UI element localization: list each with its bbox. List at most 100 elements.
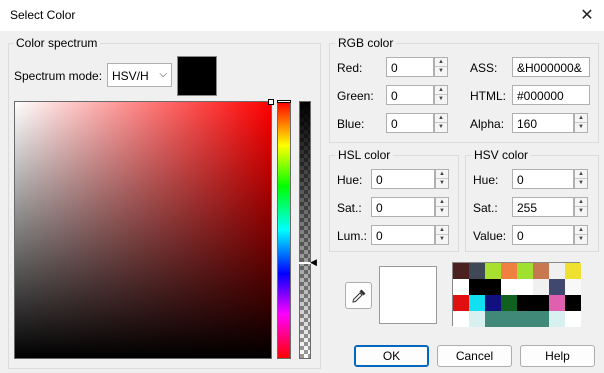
spin-down-icon[interactable]: ▼ (435, 67, 447, 76)
spin-down-icon[interactable]: ▼ (575, 179, 587, 188)
recent-color-swatch[interactable] (549, 295, 565, 311)
recent-color-swatch[interactable] (517, 263, 533, 279)
recent-color-swatch[interactable] (533, 295, 549, 311)
spin-down-icon[interactable]: ▼ (435, 123, 447, 132)
recent-color-swatch[interactable] (565, 263, 581, 279)
cancel-button[interactable]: Cancel (437, 345, 512, 367)
hsl-hue-input[interactable]: 0 (371, 169, 435, 189)
ok-button[interactable]: OK (354, 345, 429, 367)
recent-color-swatch[interactable] (485, 279, 501, 295)
hsl-lum-input[interactable]: 0 (371, 225, 435, 245)
recent-color-swatch[interactable] (565, 311, 581, 327)
recent-color-swatch[interactable] (453, 295, 469, 311)
recent-color-swatch[interactable] (485, 311, 501, 327)
recent-color-swatch[interactable] (549, 311, 565, 327)
spectrum-cursor[interactable] (268, 99, 274, 105)
recent-color-swatch[interactable] (469, 279, 485, 295)
html-input[interactable]: #000000 (512, 85, 590, 105)
spin-up-icon[interactable]: ▲ (575, 198, 587, 207)
spin-up-icon[interactable]: ▲ (575, 170, 587, 179)
hsv-sat-input[interactable]: 255 (512, 197, 574, 217)
green-value: 0 (391, 89, 398, 103)
hsl-hue-spinner[interactable]: ▲ ▼ (435, 169, 449, 189)
spin-down-icon[interactable]: ▼ (575, 235, 587, 244)
hsl-lum-value: 0 (376, 229, 383, 243)
recent-color-swatch[interactable] (501, 295, 517, 311)
chevron-down-icon: ⌵ (159, 69, 167, 80)
blue-spinner[interactable]: ▲ ▼ (434, 113, 448, 133)
red-label: Red: (337, 61, 363, 75)
spin-down-icon[interactable]: ▼ (575, 123, 587, 132)
spin-up-icon[interactable]: ▲ (435, 58, 447, 67)
recent-color-swatch[interactable] (469, 311, 485, 327)
recent-color-swatch[interactable] (565, 279, 581, 295)
red-spinner[interactable]: ▲ ▼ (434, 57, 448, 77)
help-button-label: Help (545, 349, 570, 363)
hsl-sat-input[interactable]: 0 (371, 197, 435, 217)
recent-color-swatch[interactable] (453, 311, 469, 327)
red-input[interactable]: 0 (386, 57, 434, 77)
spin-up-icon[interactable]: ▲ (435, 114, 447, 123)
recent-color-swatch[interactable] (469, 295, 485, 311)
spin-up-icon[interactable]: ▲ (575, 114, 587, 123)
spin-up-icon[interactable]: ▲ (436, 226, 448, 235)
blue-input[interactable]: 0 (386, 113, 434, 133)
recent-color-swatch[interactable] (485, 295, 501, 311)
recent-color-swatch[interactable] (517, 295, 533, 311)
green-spinner[interactable]: ▲ ▼ (434, 85, 448, 105)
hsv-color-group-label: HSV color (471, 148, 532, 162)
hsv-sat-spinner[interactable]: ▲ ▼ (574, 197, 588, 217)
spin-up-icon[interactable]: ▲ (575, 226, 587, 235)
spectrum-area[interactable] (14, 99, 274, 359)
html-label: HTML: (470, 89, 506, 103)
ass-input[interactable]: &H000000& (512, 57, 590, 77)
hsv-sat-value: 255 (517, 201, 538, 215)
alpha-input[interactable]: 160 (512, 113, 574, 133)
recent-color-swatch[interactable] (565, 295, 581, 311)
eyedropper-button[interactable] (345, 282, 372, 309)
spin-down-icon[interactable]: ▼ (436, 207, 448, 216)
spectrum-mode-select[interactable]: HSV/H ⌵ (107, 63, 172, 87)
recent-color-swatch[interactable] (517, 279, 533, 295)
spin-down-icon[interactable]: ▼ (435, 95, 447, 104)
recent-color-swatch[interactable] (533, 279, 549, 295)
recent-color-swatch[interactable] (469, 263, 485, 279)
spin-down-icon[interactable]: ▼ (436, 179, 448, 188)
hue-slider[interactable] (277, 100, 291, 359)
recent-color-swatch[interactable] (501, 311, 517, 327)
spin-up-icon[interactable]: ▲ (435, 86, 447, 95)
red-value: 0 (391, 61, 398, 75)
recent-color-swatch[interactable] (533, 311, 549, 327)
alpha-slider[interactable] (299, 101, 311, 359)
recent-color-swatch[interactable] (501, 263, 517, 279)
recent-color-swatch[interactable] (501, 279, 517, 295)
help-button[interactable]: Help (520, 345, 595, 367)
color-spectrum-group-label: Color spectrum (13, 36, 101, 50)
hsv-hue-input[interactable]: 0 (512, 169, 574, 189)
recent-color-swatch[interactable] (549, 279, 565, 295)
recent-color-swatch[interactable] (517, 311, 533, 327)
hsv-value-input[interactable]: 0 (512, 225, 574, 245)
hsl-lum-label: Lum.: (337, 229, 368, 243)
hsl-hue-label: Hue: (337, 173, 363, 187)
recent-color-swatch[interactable] (453, 263, 469, 279)
green-input[interactable]: 0 (386, 85, 434, 105)
close-button[interactable]: ✕ (572, 2, 602, 28)
recent-color-swatch[interactable] (533, 263, 549, 279)
recent-color-swatch[interactable] (453, 279, 469, 295)
hue-slider-handle[interactable] (277, 100, 291, 103)
spectrum-mode-value: HSV/H (112, 69, 149, 83)
spin-down-icon[interactable]: ▼ (436, 235, 448, 244)
spin-up-icon[interactable]: ▲ (436, 198, 448, 207)
spin-up-icon[interactable]: ▲ (436, 170, 448, 179)
recent-color-swatch[interactable] (549, 263, 565, 279)
recent-color-swatch[interactable] (485, 263, 501, 279)
hsl-sat-spinner[interactable]: ▲ ▼ (435, 197, 449, 217)
hsl-lum-spinner[interactable]: ▲ ▼ (435, 225, 449, 245)
spin-down-icon[interactable]: ▼ (575, 207, 587, 216)
recent-colors-grid[interactable] (452, 262, 581, 327)
hsv-hue-spinner[interactable]: ▲ ▼ (574, 169, 588, 189)
alpha-spinner[interactable]: ▲ ▼ (574, 113, 588, 133)
hsv-value-spinner[interactable]: ▲ ▼ (574, 225, 588, 245)
alpha-slider-arrow-icon[interactable]: ◀ (310, 257, 317, 268)
